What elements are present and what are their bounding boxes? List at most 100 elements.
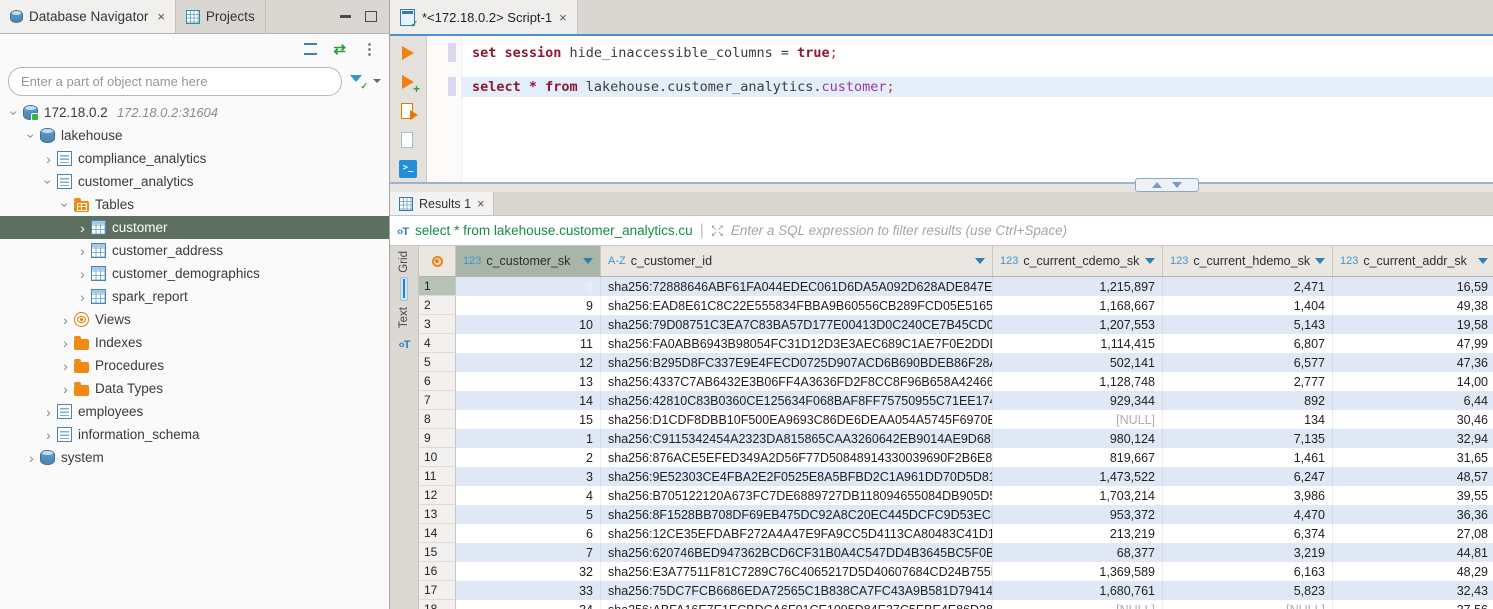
column-header-c-customer-id[interactable]: A-Zc_customer_id	[601, 246, 993, 276]
grid-cell[interactable]: sha256:E3A77511F81C7289C76C4065217D5D406…	[601, 562, 993, 581]
grid-cell[interactable]: 47,36	[1333, 353, 1493, 372]
row-number[interactable]: 8	[419, 410, 456, 429]
row-number[interactable]: 6	[419, 372, 456, 391]
column-dropdown-icon[interactable]	[975, 258, 985, 264]
grid-cell[interactable]: sha256:8F1528BB708DF69EB475DC92A8C20EC44…	[601, 505, 993, 524]
tree-item-172-18-0-2[interactable]: 172.18.0.2172.18.0.2:31604	[0, 101, 389, 124]
row-number[interactable]: 15	[419, 543, 456, 562]
grid-cell[interactable]: 1,461	[1163, 448, 1333, 467]
grid-cell[interactable]: 4,470	[1163, 505, 1333, 524]
close-icon[interactable]: ×	[559, 10, 567, 25]
editor-results-splitter[interactable]	[390, 182, 1493, 192]
tree-item-views[interactable]: Views	[0, 308, 389, 331]
grid-cell[interactable]: 980,124	[993, 429, 1163, 448]
chevron-right-icon[interactable]	[74, 266, 91, 282]
chevron-right-icon[interactable]	[74, 220, 91, 236]
chevron-right-icon[interactable]	[57, 335, 74, 351]
grid-cell[interactable]: sha256:72888646ABF61FA044EDEC061D6DA5A09…	[601, 277, 993, 296]
grid-cell[interactable]: 819,667	[993, 448, 1163, 467]
grid-cell[interactable]: 39,55	[1333, 486, 1493, 505]
row-number[interactable]: 16	[419, 562, 456, 581]
grid-cell[interactable]: sha256:79D08751C3EA7C83BA57D177E00413D0C…	[601, 315, 993, 334]
column-header-c-current-cdemo-sk[interactable]: 123c_current_cdemo_sk	[993, 246, 1163, 276]
tree-item-customer[interactable]: customer	[0, 216, 389, 239]
grid-cell[interactable]: 11	[456, 334, 601, 353]
grid-cell[interactable]: 34	[456, 600, 601, 609]
row-number[interactable]: 17	[419, 581, 456, 600]
chevron-right-icon[interactable]	[40, 427, 57, 443]
grid-cell[interactable]: 13	[456, 372, 601, 391]
grid-cell[interactable]: 30,46	[1333, 410, 1493, 429]
grid-cell[interactable]: 2	[456, 448, 601, 467]
grid-cell[interactable]: 33	[456, 581, 601, 600]
chevron-right-icon[interactable]	[74, 243, 91, 259]
chevron-down-icon[interactable]	[373, 79, 381, 83]
grid-cell[interactable]: 6,44	[1333, 391, 1493, 410]
tree-item-data-types[interactable]: Data Types	[0, 377, 389, 400]
grid-cell[interactable]: 19,58	[1333, 315, 1493, 334]
tab-database-navigator[interactable]: Database Navigator ×	[0, 0, 176, 33]
grid-cell[interactable]: sha256:EAD8E61C8C22E555834FBBA9B60556CB2…	[601, 296, 993, 315]
grid-cell[interactable]: 7,135	[1163, 429, 1333, 448]
grid-cell[interactable]: 1,369,589	[993, 562, 1163, 581]
grid-cell[interactable]: 1,473,522	[993, 467, 1163, 486]
close-icon[interactable]: ×	[157, 9, 165, 24]
grid-cell[interactable]: 31,65	[1333, 448, 1493, 467]
row-number[interactable]: 12	[419, 486, 456, 505]
grid-cell[interactable]: 37,56	[1333, 600, 1493, 609]
tree-item-system[interactable]: system	[0, 446, 389, 469]
grid-cell[interactable]: sha256:D1CDF8DBB10F500EA9693C86DE6DEAA05…	[601, 410, 993, 429]
grid-cell[interactable]: 929,344	[993, 391, 1163, 410]
tree-item-information-schema[interactable]: information_schema	[0, 423, 389, 446]
grid-cell[interactable]: sha256:12CE35EFDABF272A4A47E9FA9CC5D4113…	[601, 524, 993, 543]
filter-icon[interactable]	[350, 74, 365, 89]
grid-cell[interactable]: 12	[456, 353, 601, 372]
row-number[interactable]: 3	[419, 315, 456, 334]
grid-cell[interactable]: sha256:B705122120A673FC7DE6889727DB11809…	[601, 486, 993, 505]
row-number[interactable]: 7	[419, 391, 456, 410]
tab-script-1[interactable]: *<172.18.0.2> Script-1 ×	[390, 0, 578, 34]
grid-cell[interactable]: 48,57	[1333, 467, 1493, 486]
row-number[interactable]: 18	[419, 600, 456, 609]
grid-cell[interactable]: sha256:42810C83B0360CE125634F068BAF8FF75…	[601, 391, 993, 410]
sql-console-icon[interactable]	[399, 160, 417, 178]
grid-cell[interactable]: 502,141	[993, 353, 1163, 372]
maximize-results-icon[interactable]	[1152, 182, 1162, 188]
grid-cell[interactable]: 1,215,897	[993, 277, 1163, 296]
chevron-down-icon[interactable]	[40, 174, 57, 190]
tree-item-compliance-analytics[interactable]: compliance_analytics	[0, 147, 389, 170]
execute-statement-icon[interactable]	[399, 44, 417, 62]
grid-cell[interactable]: 1,168,667	[993, 296, 1163, 315]
close-icon[interactable]: ×	[477, 197, 484, 211]
tree-item-employees[interactable]: employees	[0, 400, 389, 423]
grid-cell[interactable]: 9	[456, 296, 601, 315]
grid-cell[interactable]: 1,680,761	[993, 581, 1163, 600]
column-header-c-customer-sk[interactable]: 123c_customer_sk	[456, 246, 601, 276]
grid-cell[interactable]: 32,43	[1333, 581, 1493, 600]
tree-item-customer-address[interactable]: customer_address	[0, 239, 389, 262]
results-filter-bar[interactable]: select * from lakehouse.customer_analyti…	[390, 216, 1493, 246]
grid-cell[interactable]: 1,404	[1163, 296, 1333, 315]
grid-cell[interactable]: 14,00	[1333, 372, 1493, 391]
tree-item-indexes[interactable]: Indexes	[0, 331, 389, 354]
grid-cell[interactable]: sha256:B295D8FC337E9E4FECD0725D907ACD6B6…	[601, 353, 993, 372]
tree-item-customer-analytics[interactable]: customer_analytics	[0, 170, 389, 193]
row-number[interactable]: 11	[419, 467, 456, 486]
chevron-down-icon[interactable]	[57, 197, 74, 213]
grid-cell[interactable]: 2,471	[1163, 277, 1333, 296]
grid-cell[interactable]: 6,163	[1163, 562, 1333, 581]
row-number[interactable]: 4	[419, 334, 456, 353]
grid-cell[interactable]: 1,703,214	[993, 486, 1163, 505]
tree-item-procedures[interactable]: Procedures	[0, 354, 389, 377]
grid-cell[interactable]: 1,114,415	[993, 334, 1163, 353]
maximize-icon[interactable]	[365, 11, 377, 22]
grid-cell[interactable]: 134	[1163, 410, 1333, 429]
grid-cell[interactable]: 6	[456, 524, 601, 543]
view-menu-icon[interactable]	[362, 40, 377, 59]
grid-cell[interactable]: 892	[1163, 391, 1333, 410]
grid-cell[interactable]: 15	[456, 410, 601, 429]
grid-cell[interactable]: [NULL]	[993, 600, 1163, 609]
grid-cell[interactable]: 1,207,553	[993, 315, 1163, 334]
execute-new-tab-icon[interactable]	[399, 73, 417, 91]
grid-cell[interactable]: sha256:ABFA16E7E1ECBDCA6F01CE1095D84E37C…	[601, 600, 993, 609]
